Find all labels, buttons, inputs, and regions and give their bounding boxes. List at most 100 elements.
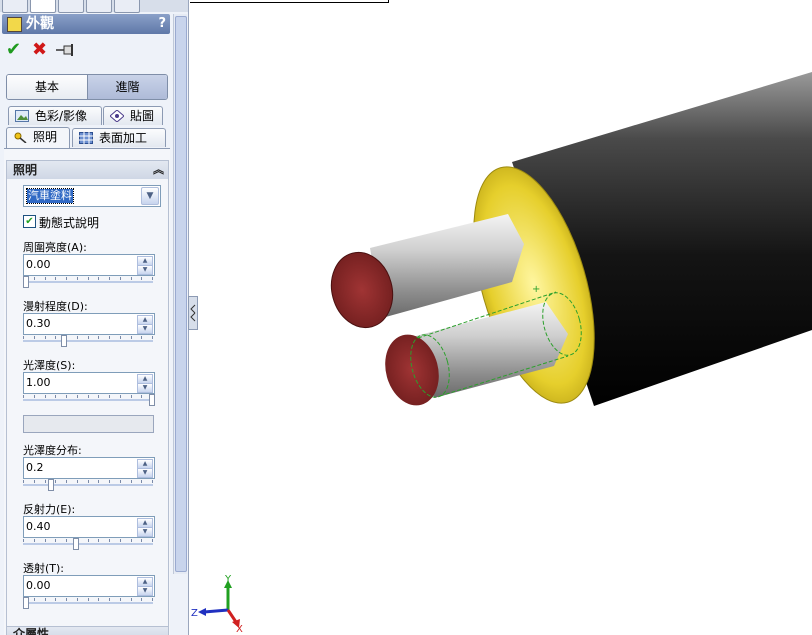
group-title: 照明 (13, 163, 38, 177)
tab-lighting[interactable]: 照明 (6, 127, 70, 148)
slider-track (23, 484, 153, 486)
slider-tick (45, 480, 46, 483)
numeric-spinbox[interactable]: 0.40 ▲ ▼ (23, 516, 155, 538)
slider-tick (98, 539, 99, 542)
slider-track (23, 281, 153, 283)
spin-down-icon[interactable]: ▼ (137, 468, 153, 478)
slider-tick (120, 539, 121, 542)
advanced-button[interactable]: 進階 (88, 75, 167, 99)
value-slider[interactable] (23, 335, 153, 347)
spin-down-icon[interactable]: ▼ (137, 324, 153, 334)
tab-label: 表面加工 (99, 131, 148, 145)
slider-tick (131, 277, 132, 280)
slider-tick (88, 395, 89, 398)
slider-tick (120, 277, 121, 280)
slider-tick (66, 395, 67, 398)
property-manager-tab[interactable] (30, 0, 56, 13)
slider-tick (120, 480, 121, 483)
slider-tick (88, 598, 89, 601)
slider-tick (55, 336, 56, 339)
lighting-group-header[interactable]: 照明 ︽ (7, 161, 168, 179)
field-label: 反射力(E): (23, 503, 76, 516)
slider-tick (131, 598, 132, 601)
cancel-button[interactable]: ✖ (32, 40, 47, 60)
field-label: 透射(T): (23, 562, 65, 575)
slider-tick (45, 336, 46, 339)
help-button[interactable]: ? (158, 14, 166, 34)
tab-label: 貼圖 (130, 109, 155, 123)
spin-down-icon[interactable]: ▼ (137, 586, 153, 596)
slider-tick (88, 277, 89, 280)
slider-tick (109, 480, 110, 483)
slider-tick (109, 598, 110, 601)
spin-down-icon[interactable]: ▼ (137, 383, 153, 393)
spin-down-icon[interactable]: ▼ (137, 527, 153, 537)
slider-tick (98, 395, 99, 398)
slider-track (23, 399, 153, 401)
feature-manager-tab[interactable] (2, 0, 28, 13)
next-group-header[interactable]: 介屬性 (6, 626, 169, 635)
collapse-chevron-icon[interactable]: ︽ (153, 161, 164, 179)
ok-button[interactable]: ✔ (6, 40, 21, 60)
slider-tick (152, 539, 153, 542)
slider-thumb[interactable] (149, 394, 155, 406)
decal-icon (110, 110, 124, 122)
slider-track (23, 340, 153, 342)
tab-surface-finish[interactable]: 表面加工 (72, 128, 166, 147)
slider-tick (88, 480, 89, 483)
slider-tick (88, 336, 89, 339)
numeric-spinbox[interactable]: 0.00 ▲ ▼ (23, 254, 155, 276)
lighting-preset-select[interactable]: 汽車塗料 ▼ (23, 185, 161, 207)
numeric-spinbox[interactable]: 1.00 ▲ ▼ (23, 372, 155, 394)
dimxpert-manager-tab[interactable] (86, 0, 112, 13)
slider-tick (98, 277, 99, 280)
scrollbar-thumb[interactable] (175, 16, 187, 572)
numeric-spinbox[interactable]: 0.30 ▲ ▼ (23, 313, 155, 335)
slider-tick (141, 277, 142, 280)
z-axis-arrow (198, 608, 206, 616)
slider-tick (77, 598, 78, 601)
slider-thumb[interactable] (73, 538, 79, 550)
numeric-spinbox[interactable]: 0.00 ▲ ▼ (23, 575, 155, 597)
slider-tick (152, 480, 153, 483)
field-label: 漫射程度(D): (23, 300, 88, 313)
numeric-spinbox[interactable]: 0.2 ▲ ▼ (23, 457, 155, 479)
spinbox-value: 1.00 (26, 376, 51, 389)
spin-down-icon[interactable]: ▼ (137, 265, 153, 275)
z-axis-label: Z (191, 608, 198, 619)
value-slider[interactable] (23, 538, 153, 550)
view-triad: Y Z X (191, 574, 243, 635)
chevron-down-icon[interactable]: ▼ (141, 187, 159, 205)
tab-color-image[interactable]: 色彩/影像 (8, 106, 102, 125)
panel-scrollbar[interactable] (173, 14, 187, 574)
slider-thumb[interactable] (61, 335, 67, 347)
spinbox-value: 0.2 (26, 461, 44, 474)
pushpin-button[interactable] (56, 42, 78, 62)
slider-thumb[interactable] (23, 597, 29, 609)
value-slider[interactable] (23, 479, 153, 491)
slider-tick (77, 336, 78, 339)
spinbox-value: 0.40 (26, 520, 51, 533)
slider-tick (23, 539, 24, 542)
value-slider[interactable] (23, 394, 155, 406)
slider-tick (66, 277, 67, 280)
dynamic-help-checkbox[interactable]: ✔ (23, 215, 36, 228)
slider-tick (152, 336, 153, 339)
slider-tick (109, 277, 110, 280)
appearance-icon (7, 17, 22, 32)
value-slider[interactable] (23, 276, 153, 288)
configuration-manager-tab[interactable] (58, 0, 84, 13)
display-manager-tab[interactable] (114, 0, 140, 13)
tab-decal[interactable]: 貼圖 (103, 106, 163, 125)
basic-button[interactable]: 基本 (7, 75, 88, 99)
slider-tick (141, 395, 142, 398)
slider-tick (152, 277, 153, 280)
slider-thumb[interactable] (48, 479, 54, 491)
slider-tick (55, 395, 56, 398)
slider-tick (109, 539, 110, 542)
graphics-viewport[interactable]: + Y Z X (190, 0, 812, 635)
slider-thumb[interactable] (23, 276, 29, 288)
tab-label: 色彩/影像 (35, 109, 88, 123)
slider-tick (77, 395, 78, 398)
value-slider[interactable] (23, 597, 153, 609)
